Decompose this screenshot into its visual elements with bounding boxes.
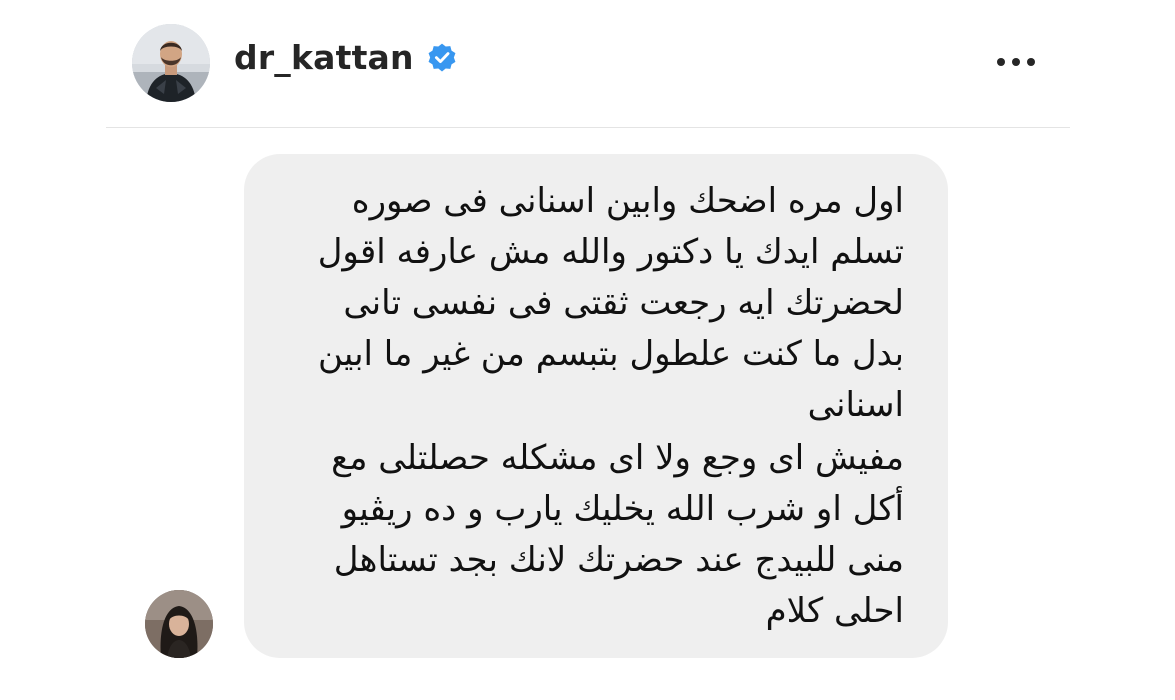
message-line: تسلم ايدك يا دكتور والله مش عارفه اقول: [317, 232, 904, 272]
message-line: احلى كلام: [765, 591, 904, 631]
username-row: dr_kattan: [234, 38, 458, 77]
verified-badge-icon: [426, 42, 458, 74]
message-sender-avatar[interactable]: [145, 590, 213, 658]
chat-header: dr_kattan: [106, 0, 1070, 128]
message-line: اول مره اضحك وابين اسنانى فى صوره: [351, 181, 904, 221]
profile-avatar-image: [132, 24, 210, 102]
message-line: اسنانى: [807, 385, 904, 425]
message-bubble[interactable]: اول مره اضحك وابين اسنانى فى صوره تسلم ا…: [244, 154, 948, 658]
username[interactable]: dr_kattan: [234, 38, 414, 77]
profile-avatar[interactable]: [132, 24, 210, 102]
more-options-icon: [997, 58, 1035, 66]
more-options-button[interactable]: [994, 44, 1038, 80]
message-line: لحضرتك ايه رجعت ثقتى فى نفسى تانى: [343, 283, 904, 323]
message-line: مفيش اى وجع ولا اى مشكله حصلتلى مع: [331, 438, 904, 478]
message-line: أكل او شرب الله يخليك يارب و ده ريڤيو: [341, 489, 904, 529]
chat-screen: dr_kattan اول مره اضحك وابين اسنانى فى ص…: [0, 0, 1175, 700]
sender-avatar-image: [145, 590, 213, 658]
message-line: منى للبيدج عند حضرتك لانك بجد تستاهل: [333, 540, 904, 580]
message-line: بدل ما كنت علطول بتبسم من غير ما ابين: [317, 334, 904, 374]
